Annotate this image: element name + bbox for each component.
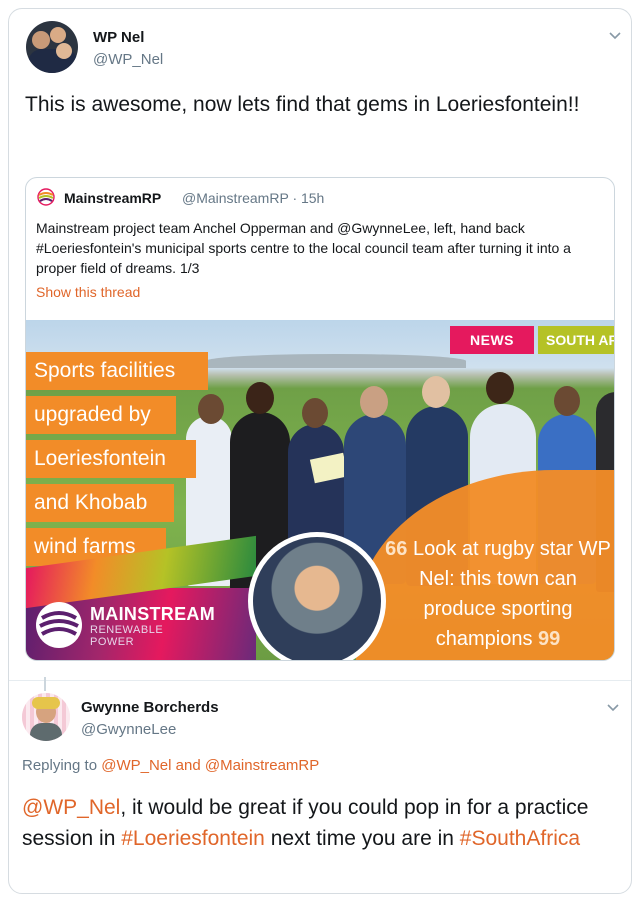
tweet-image[interactable]: NEWS SOUTH AF Sports facilities upgraded… [26,320,614,660]
brand-sub-line-1: RENEWABLE [90,624,164,636]
hashtag-link[interactable]: #SouthAfrica [460,827,580,850]
mainstream-logo-icon [37,188,55,206]
chevron-down-icon[interactable] [605,699,621,715]
quoted-author-handle[interactable]: @MainstreamRP [182,190,289,206]
brand-subtitle: RENEWABLE POWER [90,624,163,648]
replying-user-link[interactable]: @WP_Nel [101,757,171,774]
quoted-time[interactable]: · 15h [292,190,324,206]
replying-prefix: Replying to [22,757,98,774]
hashtag-link[interactable]: #Loeriesfontein [121,827,265,850]
tweet[interactable]: WP Nel @WP_Nel This is awesome, now lets… [9,9,631,681]
headline-line-4: and Khobab [26,484,174,522]
reply-author-name[interactable]: Gwynne Borcherds [81,699,219,716]
chevron-down-icon[interactable] [607,27,623,43]
avatar[interactable] [22,693,70,741]
replying-to: Replying to @WP_Nel and @MainstreamRP [22,757,319,774]
mainstream-brand-banner: MAINSTREAM RENEWABLE POWER [26,535,256,660]
quoted-author-meta: @MainstreamRP · 15h [182,190,324,206]
quoted-author-name[interactable]: MainstreamRP [64,190,161,206]
headline-line-3: Loeriesfontein [26,440,196,478]
reply-author-handle[interactable]: @GwynneLee [81,721,176,738]
author-name[interactable]: WP Nel [93,29,144,46]
avatar[interactable] [26,21,78,73]
headline-line-1: Sports facilities [26,352,208,390]
replying-and[interactable]: and [176,757,201,774]
region-tag: SOUTH AF [538,326,614,354]
headline-line-2: upgraded by [26,396,176,434]
tweet-text: This is awesome, now lets find that gems… [25,93,580,116]
image-quote: 66 Look at rugby star WP Nel: this town … [382,534,614,654]
quoted-tweet[interactable]: MainstreamRP @MainstreamRP · 15h Mainstr… [25,177,615,661]
brand-sub-line-2: POWER [90,636,135,648]
brand-name: MAINSTREAM [90,604,215,624]
news-tag: NEWS [450,326,534,354]
author-handle[interactable]: @WP_Nel [93,51,163,68]
player-portrait [248,532,386,660]
replying-user-link[interactable]: @MainstreamRP [205,757,319,774]
show-thread-link[interactable]: Show this thread [36,284,140,300]
quote-close-mark: 99 [538,628,561,650]
reply-text: @WP_Nel, it would be great if you could … [22,792,622,854]
quote-open-mark: 66 [385,538,408,560]
mention-link[interactable]: @WP_Nel [22,796,120,819]
reply-text-part: next time you are in [270,827,454,850]
image-quote-text: Look at rugby star WP Nel: this town can… [412,538,611,650]
tweet-thread-card: WP Nel @WP_Nel This is awesome, now lets… [8,8,632,894]
thread-connector [44,677,46,691]
mainstream-globe-logo [36,602,82,648]
quoted-tweet-text: Mainstream project team Anchel Opperman … [36,220,571,276]
